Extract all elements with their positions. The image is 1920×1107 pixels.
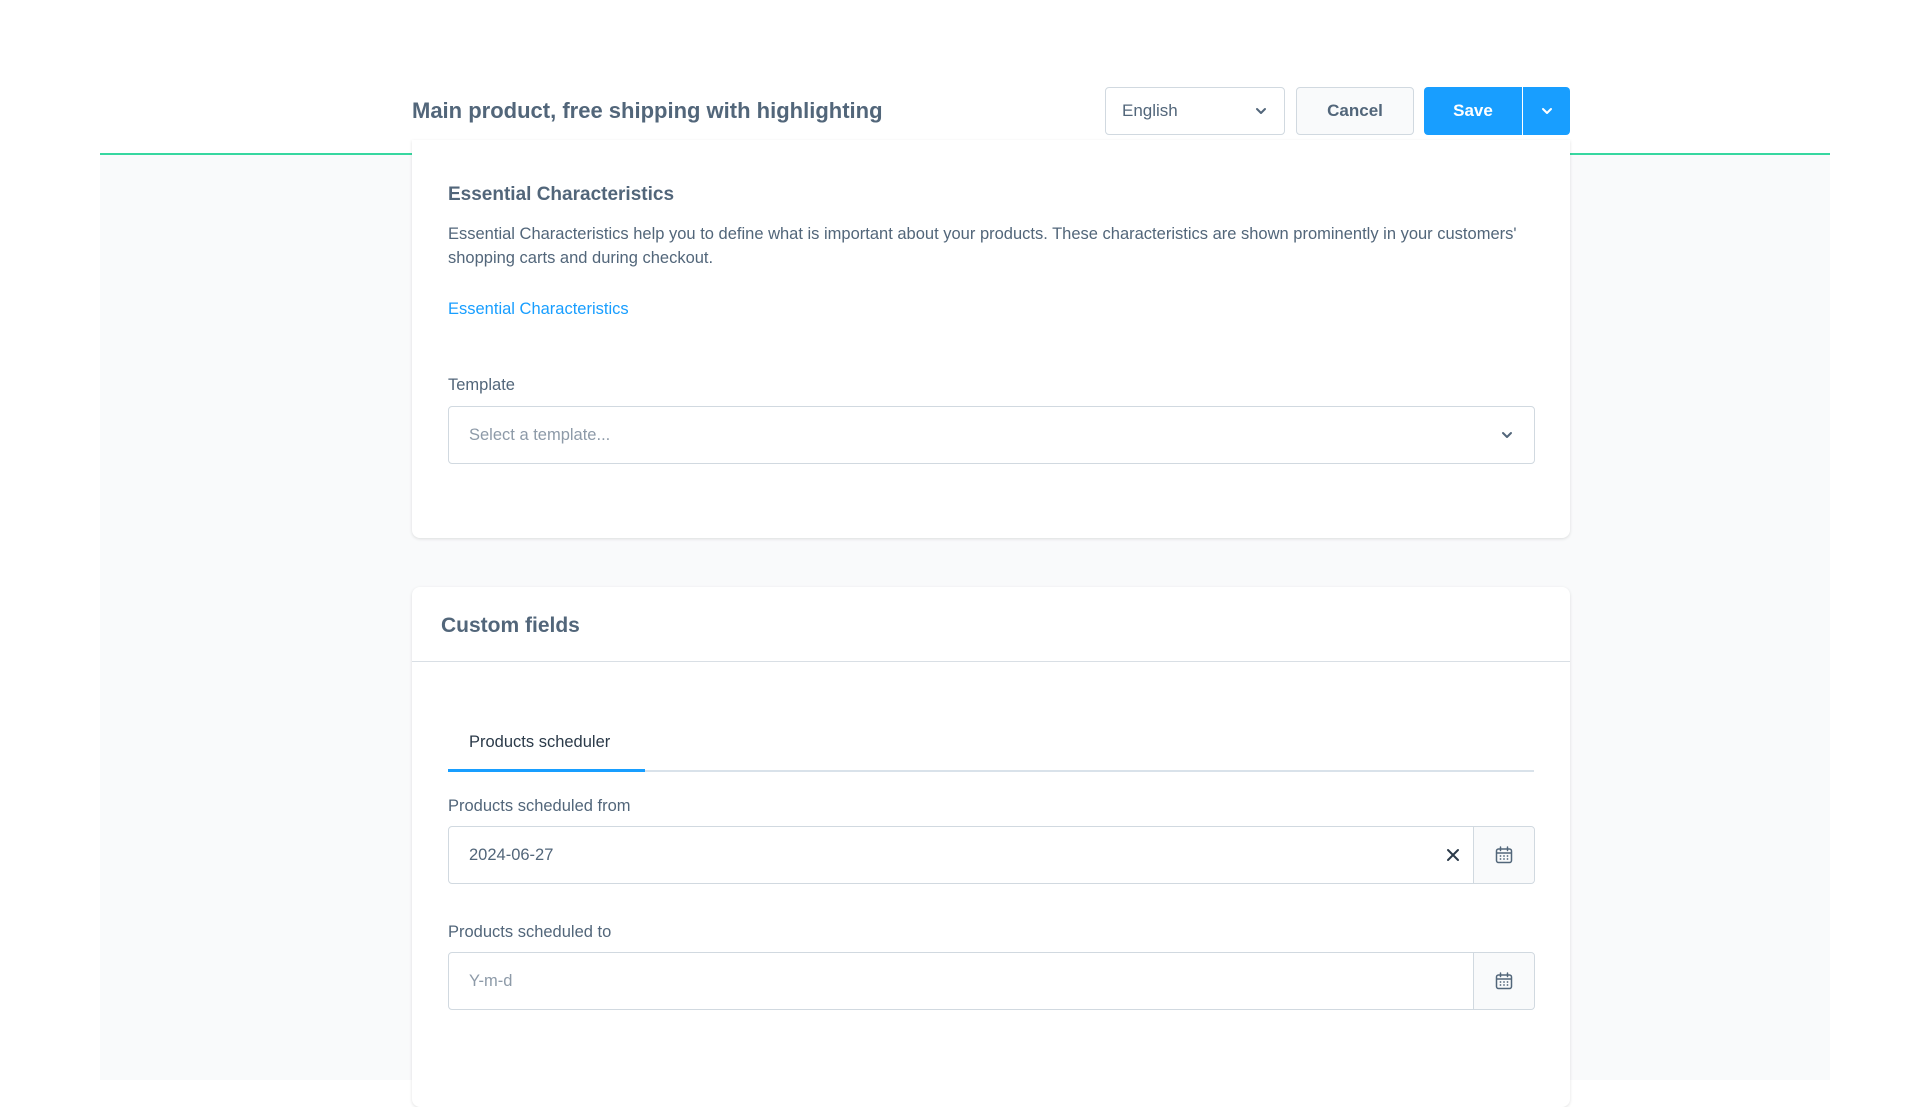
tab-products-scheduler[interactable]: Products scheduler [448,722,645,772]
scheduled-to-field [448,952,1535,1010]
essential-characteristics-card: Essential Characteristics Essential Char… [412,140,1570,538]
save-button[interactable]: Save [1424,87,1522,135]
custom-fields-heading: Custom fields [441,614,580,637]
clear-date-button[interactable] [1433,827,1473,883]
scheduled-to-input[interactable] [449,953,1473,1009]
chevron-down-icon [1540,104,1554,118]
chevron-down-icon [1254,104,1268,118]
custom-fields-card: Custom fields Products scheduler Product… [412,587,1570,1107]
calendar-icon [1495,846,1513,864]
close-icon [1446,848,1460,862]
essential-characteristics-heading: Essential Characteristics [448,184,675,205]
scheduled-from-label: Products scheduled from [448,797,631,815]
calendar-icon [1495,972,1513,990]
page-title: Main product, free shipping with highlig… [412,98,883,123]
cancel-button[interactable]: Cancel [1296,87,1414,135]
top-bar: Main product, free shipping with highlig… [0,0,1920,155]
essential-characteristics-description: Essential Characteristics help you to de… [448,225,1517,267]
language-select-value: English [1122,101,1178,120]
template-select[interactable]: Select a template... [448,406,1535,464]
scheduled-from-input[interactable] [449,827,1433,883]
calendar-button[interactable] [1473,827,1534,883]
language-select[interactable]: English [1105,87,1285,135]
scheduled-from-field [448,826,1535,884]
essential-characteristics-link[interactable]: Essential Characteristics [448,300,629,319]
save-options-button[interactable] [1523,87,1570,135]
custom-fields-divider [412,661,1570,662]
calendar-button[interactable] [1473,953,1534,1009]
template-select-placeholder: Select a template... [469,425,611,444]
chevron-down-icon [1500,428,1514,442]
template-label: Template [448,376,515,394]
scheduled-to-label: Products scheduled to [448,923,612,941]
